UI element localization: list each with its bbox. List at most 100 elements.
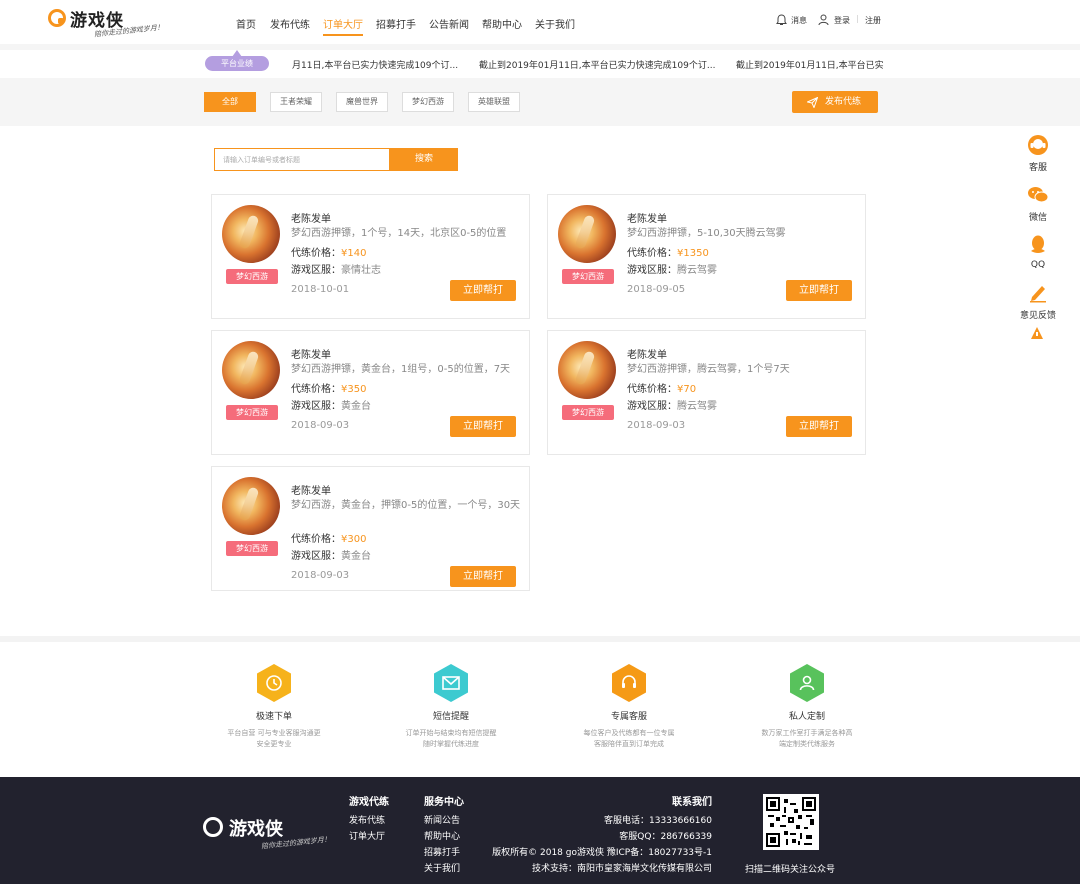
server-value: 腾云驾雾 [677, 265, 717, 276]
sidebar-item-qq[interactable]: QQ [1008, 234, 1068, 270]
feature-icon [612, 664, 646, 702]
filter-world-of-warcraft[interactable]: 魔兽世界 [336, 92, 388, 112]
publish-order-button[interactable]: 发布代练 [792, 91, 878, 113]
site-logo[interactable]: 游戏侠 陪你走过的游戏岁月！ [48, 6, 164, 39]
user-icon [799, 675, 815, 691]
game-avatar [222, 477, 280, 535]
nav-publish[interactable]: 发布代练 [270, 16, 310, 31]
order-author: 老陈发单 [291, 350, 331, 361]
register-link[interactable]: 注册 [865, 15, 881, 26]
price-value: ¥350 [341, 384, 367, 395]
order-server: 游戏区服：豪情壮志 [291, 265, 381, 276]
footer-logo[interactable]: 游戏侠 陪你走过的游戏岁月！ [203, 815, 331, 851]
help-now-button[interactable]: 立即帮打 [450, 416, 516, 437]
order-author: 老陈发单 [291, 486, 331, 497]
order-description: 梦幻西游押镖，1个号，14天，北京区0-5的位置 [291, 228, 507, 239]
nav-home[interactable]: 首页 [236, 16, 256, 31]
paper-plane-icon [807, 97, 818, 108]
floating-sidebar: 客服 微信 QQ 意见反馈 [1008, 124, 1068, 354]
sidebar-label: 客服 [1028, 163, 1047, 173]
footer-link-publish[interactable]: 发布代练 [349, 813, 385, 826]
feature-fast-order: 极速下单 平台自营 可与专业客服沟通更 安全更专业 [204, 664, 344, 750]
help-now-button[interactable]: 立即帮打 [450, 566, 516, 587]
filter-honor-of-kings[interactable]: 王者荣耀 [270, 92, 322, 112]
ticker-badge: 平台业绩 [205, 50, 269, 71]
help-now-button[interactable]: 立即帮打 [786, 416, 852, 437]
server-value: 黄金台 [341, 401, 371, 412]
footer-col-title: 游戏代练 [349, 797, 389, 808]
qr-code [763, 794, 819, 850]
server-value: 腾云驾雾 [677, 401, 717, 412]
user-icon[interactable] [818, 14, 829, 26]
search-box [214, 148, 390, 171]
footer-link-help[interactable]: 帮助中心 [424, 829, 460, 842]
feature-custom: 私人定制 数万家工作室打手满足各种高 端定制类代练服务 [737, 664, 877, 750]
nav-news[interactable]: 公告新闻 [429, 16, 469, 31]
footer-link-recruit[interactable]: 招募打手 [424, 845, 460, 858]
order-price: 代练价格：¥140 [291, 248, 367, 259]
search-input[interactable] [215, 149, 389, 170]
game-avatar [222, 205, 280, 263]
order-price: 代练价格：¥70 [627, 384, 697, 395]
server-value: 黄金台 [341, 551, 371, 562]
sidebar-item-service[interactable]: 客服 [1008, 134, 1068, 173]
order-server: 游戏区服：黄金台 [291, 551, 371, 562]
back-to-top-icon[interactable] [1030, 326, 1044, 340]
order-card: 梦幻西游 老陈发单 梦幻西游押镖，黄金台，1组号，0-5的位置，7天 代练价格：… [211, 330, 530, 455]
order-card: 梦幻西游 老陈发单 梦幻西游押镖，1个号，14天，北京区0-5的位置 代练价格：… [211, 194, 530, 319]
search-button[interactable]: 搜索 [390, 148, 458, 171]
login-link[interactable]: 登录 [834, 15, 850, 26]
qr-code-icon [766, 797, 816, 847]
price-value: ¥140 [341, 248, 367, 259]
order-card: 梦幻西游 老陈发单 梦幻西游，黄金台，押镖0-5的位置，一个号，30天 代练价格… [211, 466, 530, 591]
bell-icon[interactable] [776, 14, 787, 26]
server-value: 豪情壮志 [341, 265, 381, 276]
order-author: 老陈发单 [627, 350, 667, 361]
nav-help[interactable]: 帮助中心 [482, 16, 522, 31]
game-avatar [558, 341, 616, 399]
sidebar-label: QQ [1030, 260, 1046, 270]
qr-caption: 扫描二维码关注公众号 [745, 865, 836, 875]
order-date: 2018-10-01 [291, 284, 350, 295]
feature-desc: 随时掌握代练进度 [423, 740, 479, 748]
price-value: ¥300 [341, 534, 367, 545]
footer-contact-title: 联系我们 [672, 797, 712, 808]
footer-link-about[interactable]: 关于我们 [424, 861, 460, 874]
game-tag: 梦幻西游 [226, 405, 278, 420]
order-card: 梦幻西游 老陈发单 梦幻西游押镖，腾云驾雾，1个号7天 代练价格：¥70 游戏区… [547, 330, 866, 455]
footer-support: 技术支持：南阳市皇家海岸文化传媒有限公司 [531, 864, 712, 874]
game-tag: 梦幻西游 [226, 269, 278, 284]
filter-league-of-legends[interactable]: 英雄联盟 [468, 92, 520, 112]
messages-link[interactable]: 消息 [791, 15, 807, 26]
feature-desc: 端定制类代练服务 [779, 740, 835, 748]
order-price: 代练价格：¥350 [291, 384, 367, 395]
nav-order-hall[interactable]: 订单大厅 [323, 16, 363, 36]
filter-fantasy-westward[interactable]: 梦幻西游 [402, 92, 454, 112]
nav-recruit[interactable]: 招募打手 [376, 16, 416, 31]
feature-title: 短信提醒 [432, 712, 469, 722]
nav-about[interactable]: 关于我们 [535, 16, 575, 31]
footer-link-news[interactable]: 新闻公告 [424, 813, 460, 826]
footer-link-order-hall[interactable]: 订单大厅 [349, 829, 385, 842]
filter-all[interactable]: 全部 [204, 92, 256, 112]
order-date: 2018-09-03 [291, 420, 350, 431]
help-now-button[interactable]: 立即帮打 [450, 280, 516, 301]
features-divider [0, 636, 1080, 642]
feature-icon [790, 664, 824, 702]
feature-desc: 订单开始与结束均有短信提醒 [405, 729, 497, 737]
sidebar-item-wechat[interactable]: 微信 [1008, 184, 1068, 223]
sidebar-label: 微信 [1028, 213, 1047, 223]
clock-icon [266, 675, 282, 691]
feature-desc: 每位客户及代练都有一位专属 [583, 729, 675, 737]
order-date: 2018-09-03 [291, 570, 350, 581]
site-footer: 游戏侠 陪你走过的游戏岁月！ 游戏代练 发布代练 订单大厅 服务中心 新闻公告 … [0, 777, 1080, 884]
feature-desc: 安全更专业 [256, 740, 292, 748]
sidebar-item-feedback[interactable]: 意见反馈 [1008, 282, 1068, 321]
sidebar-label: 意见反馈 [1019, 311, 1056, 321]
feature-exclusive-service: 专属客服 每位客户及代练都有一位专属 客服陪伴直到订单完成 [559, 664, 699, 750]
order-card: 梦幻西游 老陈发单 梦幻西游押镖，5-10,30天腾云驾雾 代练价格：¥1350… [547, 194, 866, 319]
feature-desc: 平台自营 可与专业客服沟通更 [227, 729, 321, 737]
logo-mark-icon [203, 817, 223, 837]
feature-sms-reminder: 短信提醒 订单开始与结束均有短信提醒 随时掌握代练进度 [381, 664, 521, 750]
help-now-button[interactable]: 立即帮打 [786, 280, 852, 301]
